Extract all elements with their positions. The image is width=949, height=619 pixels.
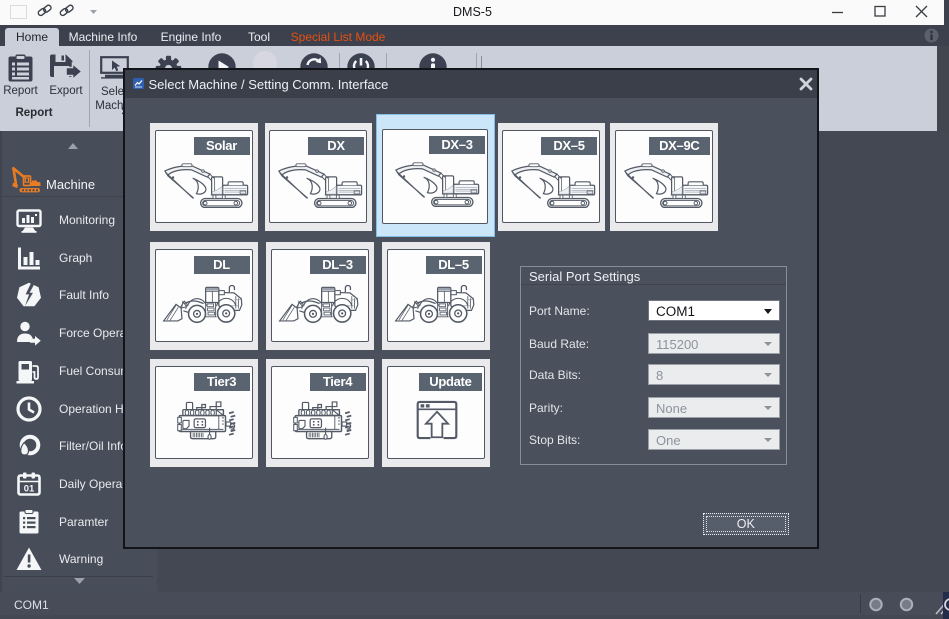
- svg-text:01: 01: [24, 483, 35, 494]
